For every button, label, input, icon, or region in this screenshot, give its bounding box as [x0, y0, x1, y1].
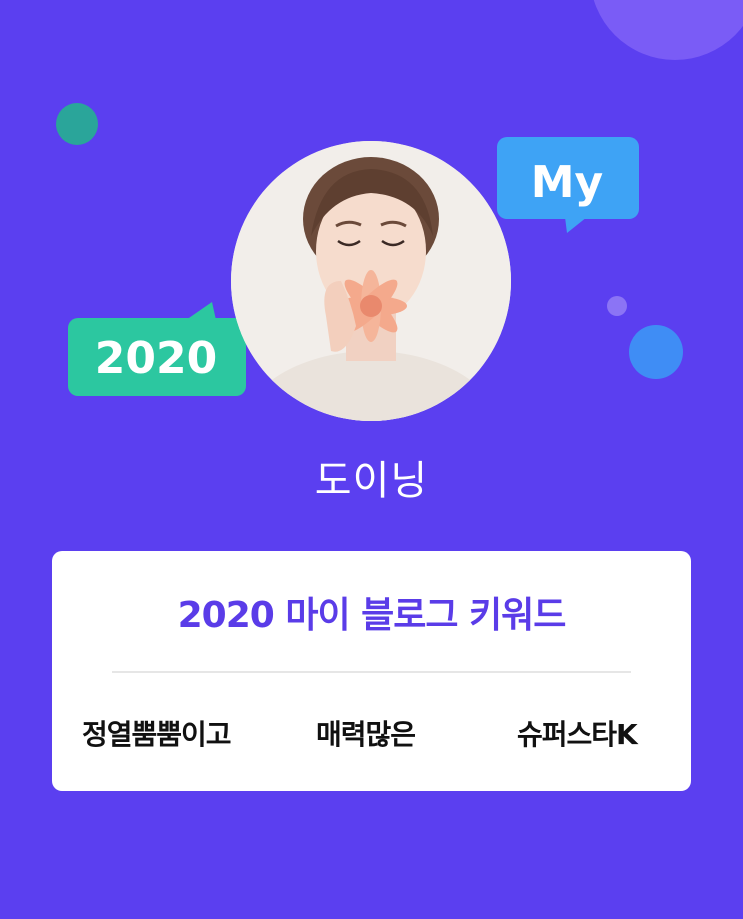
decorative-dot-lilac — [607, 296, 627, 316]
decorative-dot-blue — [629, 325, 683, 379]
card-title: 2020 마이 블로그 키워드 — [177, 595, 567, 636]
keyword-item: 정열뿜뿜이고 — [82, 718, 232, 751]
keyword-item: 슈퍼스타K — [517, 718, 638, 751]
keyword-card: 2020 마이 블로그 키워드 정열뿜뿜이고 매력많은 슈퍼스타K — [52, 551, 691, 791]
year-bubble-label: 2020 — [95, 333, 217, 384]
profile-name: 도이닝 — [314, 458, 429, 504]
keyword-item: 매력많은 — [316, 718, 416, 751]
year-speech-bubble: 2020 — [68, 302, 246, 396]
my-bubble-label: My — [531, 157, 603, 208]
decorative-dot-teal — [56, 103, 98, 145]
my-speech-bubble: My — [497, 137, 639, 233]
decorative-circle — [590, 0, 743, 60]
avatar-image — [231, 141, 511, 421]
profile-avatar — [231, 141, 511, 421]
divider — [112, 671, 631, 673]
